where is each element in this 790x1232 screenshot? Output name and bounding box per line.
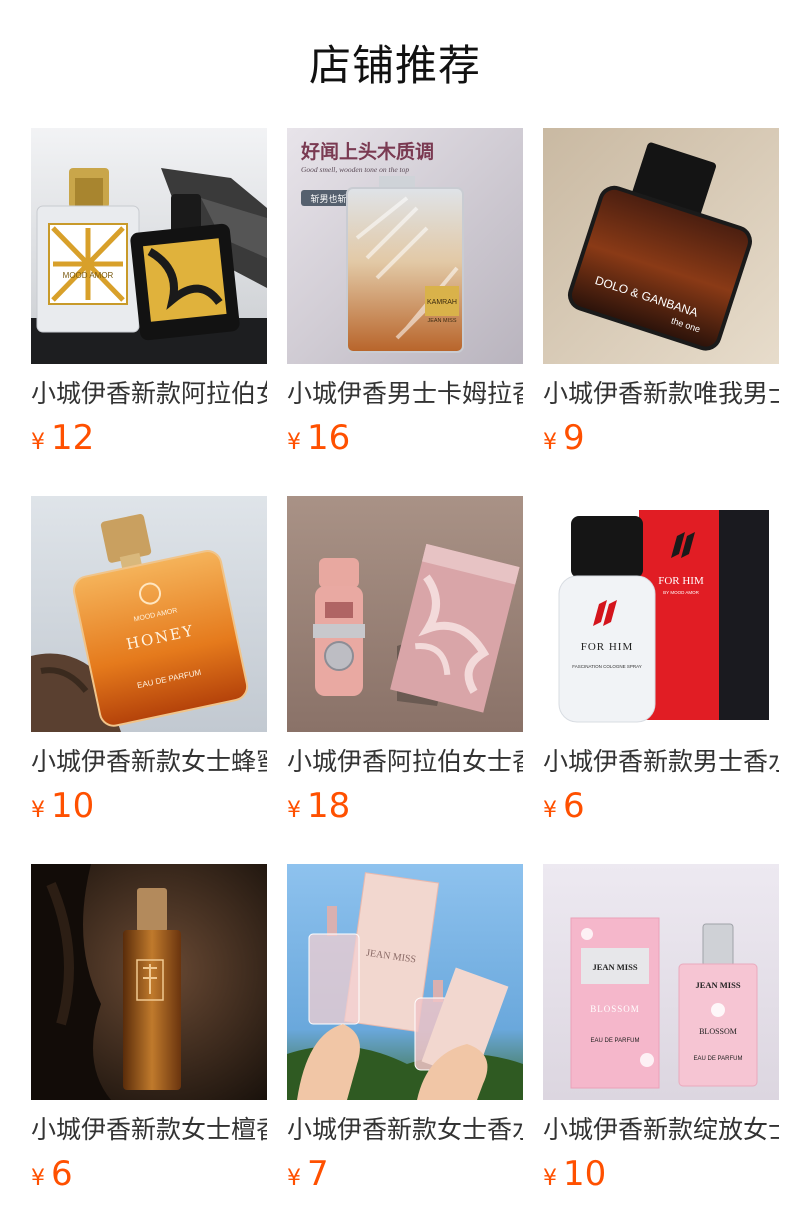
- bottle-label-text: FASCINATION COLOGNE SPRAY: [572, 664, 642, 669]
- product-name[interactable]: 小城伊香新款女士檀香香水: [31, 1110, 267, 1150]
- bottle-label-text: MOOD AMOR: [63, 271, 114, 280]
- product-card[interactable]: 好闻上头木质调 Good smell, wooden tone on the t…: [287, 128, 523, 464]
- box-label-text: FOR HIM: [658, 575, 704, 587]
- product-name[interactable]: 小城伊香新款女士蜂蜜香水: [31, 742, 267, 782]
- product-image[interactable]: 好闻上头木质调 Good smell, wooden tone on the t…: [287, 128, 523, 364]
- bottle-label-text: BLOSSOM: [699, 1027, 737, 1036]
- product-price: ¥7: [287, 1152, 523, 1202]
- product-image[interactable]: MOOD AMOR: [31, 128, 267, 364]
- recommend-page: 店铺推荐 MOOD AMOR 小城伊香新款阿拉伯 ¥ 12 好闻上头木质调 Go…: [0, 0, 790, 1232]
- product-price: ¥10: [31, 784, 267, 834]
- currency-symbol: ¥: [31, 430, 45, 455]
- product-grid: MOOD AMOR 小城伊香新款阿拉伯女士香水 ¥12: [31, 128, 790, 1200]
- product-name[interactable]: 小城伊香阿拉伯女士香水: [287, 742, 523, 782]
- bottle-label-text: FOR HIM: [581, 641, 634, 653]
- price-value: 16: [307, 418, 351, 458]
- product-name[interactable]: 小城伊香新款女士香水: [287, 1110, 523, 1150]
- product-price: ¥6: [543, 784, 779, 834]
- product-price: ¥10: [543, 1152, 779, 1202]
- bottle-label-text: JEAN MISS: [695, 980, 740, 990]
- product-image[interactable]: JEAN MISS: [287, 864, 523, 1100]
- currency-symbol: ¥: [543, 798, 557, 823]
- product-name[interactable]: 小城伊香男士卡姆拉香水: [287, 374, 523, 414]
- currency-symbol: ¥: [543, 430, 557, 455]
- product-image[interactable]: [31, 864, 267, 1100]
- price-value: 9: [563, 418, 585, 458]
- bottle-label-text: KAMRAH: [427, 299, 457, 306]
- product-price: ¥9: [543, 416, 779, 466]
- product-card[interactable]: DOLO & GANBANA the one 小城伊香新款唯我男士香水 ¥9: [543, 128, 779, 464]
- section-title: 店铺推荐: [308, 41, 481, 90]
- price-value: 10: [563, 1154, 607, 1194]
- product-price: ¥16: [287, 416, 523, 466]
- box-label-text: BY MOOD AMOR: [663, 590, 699, 595]
- currency-symbol: ¥: [31, 1166, 45, 1191]
- product-card[interactable]: 小城伊香阿拉伯女士香水 ¥18: [287, 496, 523, 832]
- currency-symbol: ¥: [287, 798, 301, 823]
- product-card[interactable]: MOOD AMOR 小城伊香新款阿拉伯女士香水 ¥12: [31, 128, 267, 464]
- product-card[interactable]: 小城伊香新款女士檀香香水 ¥6: [31, 864, 267, 1200]
- product-image[interactable]: DOLO & GANBANA the one: [543, 128, 779, 364]
- product-name[interactable]: 小城伊香新款阿拉伯女士香水: [31, 374, 267, 414]
- currency-symbol: ¥: [31, 798, 45, 823]
- box-label-text: BLOSSOM: [590, 1004, 640, 1014]
- bottle-label-text: JEAN MISS: [427, 318, 456, 324]
- price-value: 7: [307, 1154, 329, 1194]
- product-image[interactable]: JEAN MISS BLOSSOM EAU DE PARFUM JEAN MIS…: [543, 864, 779, 1100]
- box-label-text: JEAN MISS: [592, 962, 637, 972]
- product-card[interactable]: JEAN MISS 小城伊香新款女士香水 ¥7: [287, 864, 523, 1200]
- bottle-label-text: EAU DE PARFUM: [694, 1056, 743, 1062]
- currency-symbol: ¥: [543, 1166, 557, 1191]
- box-label-text: EAU DE PARFUM: [591, 1038, 640, 1044]
- product-image[interactable]: [287, 496, 523, 732]
- product-name[interactable]: 小城伊香新款唯我男士香水: [543, 374, 779, 414]
- product-card[interactable]: MOOD AMOR HONEY EAU DE PARFUM 小城伊香新款女士蜂蜜…: [31, 496, 267, 832]
- promo-subline: Good smell, wooden tone on the top: [301, 165, 409, 174]
- price-value: 12: [51, 418, 95, 458]
- product-price: ¥12: [31, 416, 267, 466]
- price-value: 6: [563, 786, 585, 826]
- price-value: 10: [51, 786, 95, 826]
- currency-symbol: ¥: [287, 1166, 301, 1191]
- currency-symbol: ¥: [287, 430, 301, 455]
- product-card[interactable]: JEAN MISS BLOSSOM EAU DE PARFUM JEAN MIS…: [543, 864, 779, 1200]
- product-image[interactable]: FOR HIM BY MOOD AMOR FOR HIM FASCINATION…: [543, 496, 779, 732]
- product-price: ¥18: [287, 784, 523, 834]
- product-name[interactable]: 小城伊香新款绽放女士香水: [543, 1110, 779, 1150]
- product-price: ¥6: [31, 1152, 267, 1202]
- product-name[interactable]: 小城伊香新款男士香水: [543, 742, 779, 782]
- product-card[interactable]: FOR HIM BY MOOD AMOR FOR HIM FASCINATION…: [543, 496, 779, 832]
- price-value: 18: [307, 786, 351, 826]
- product-image[interactable]: MOOD AMOR HONEY EAU DE PARFUM: [31, 496, 267, 732]
- price-value: 6: [51, 1154, 73, 1194]
- promo-headline: 好闻上头木质调: [300, 140, 434, 163]
